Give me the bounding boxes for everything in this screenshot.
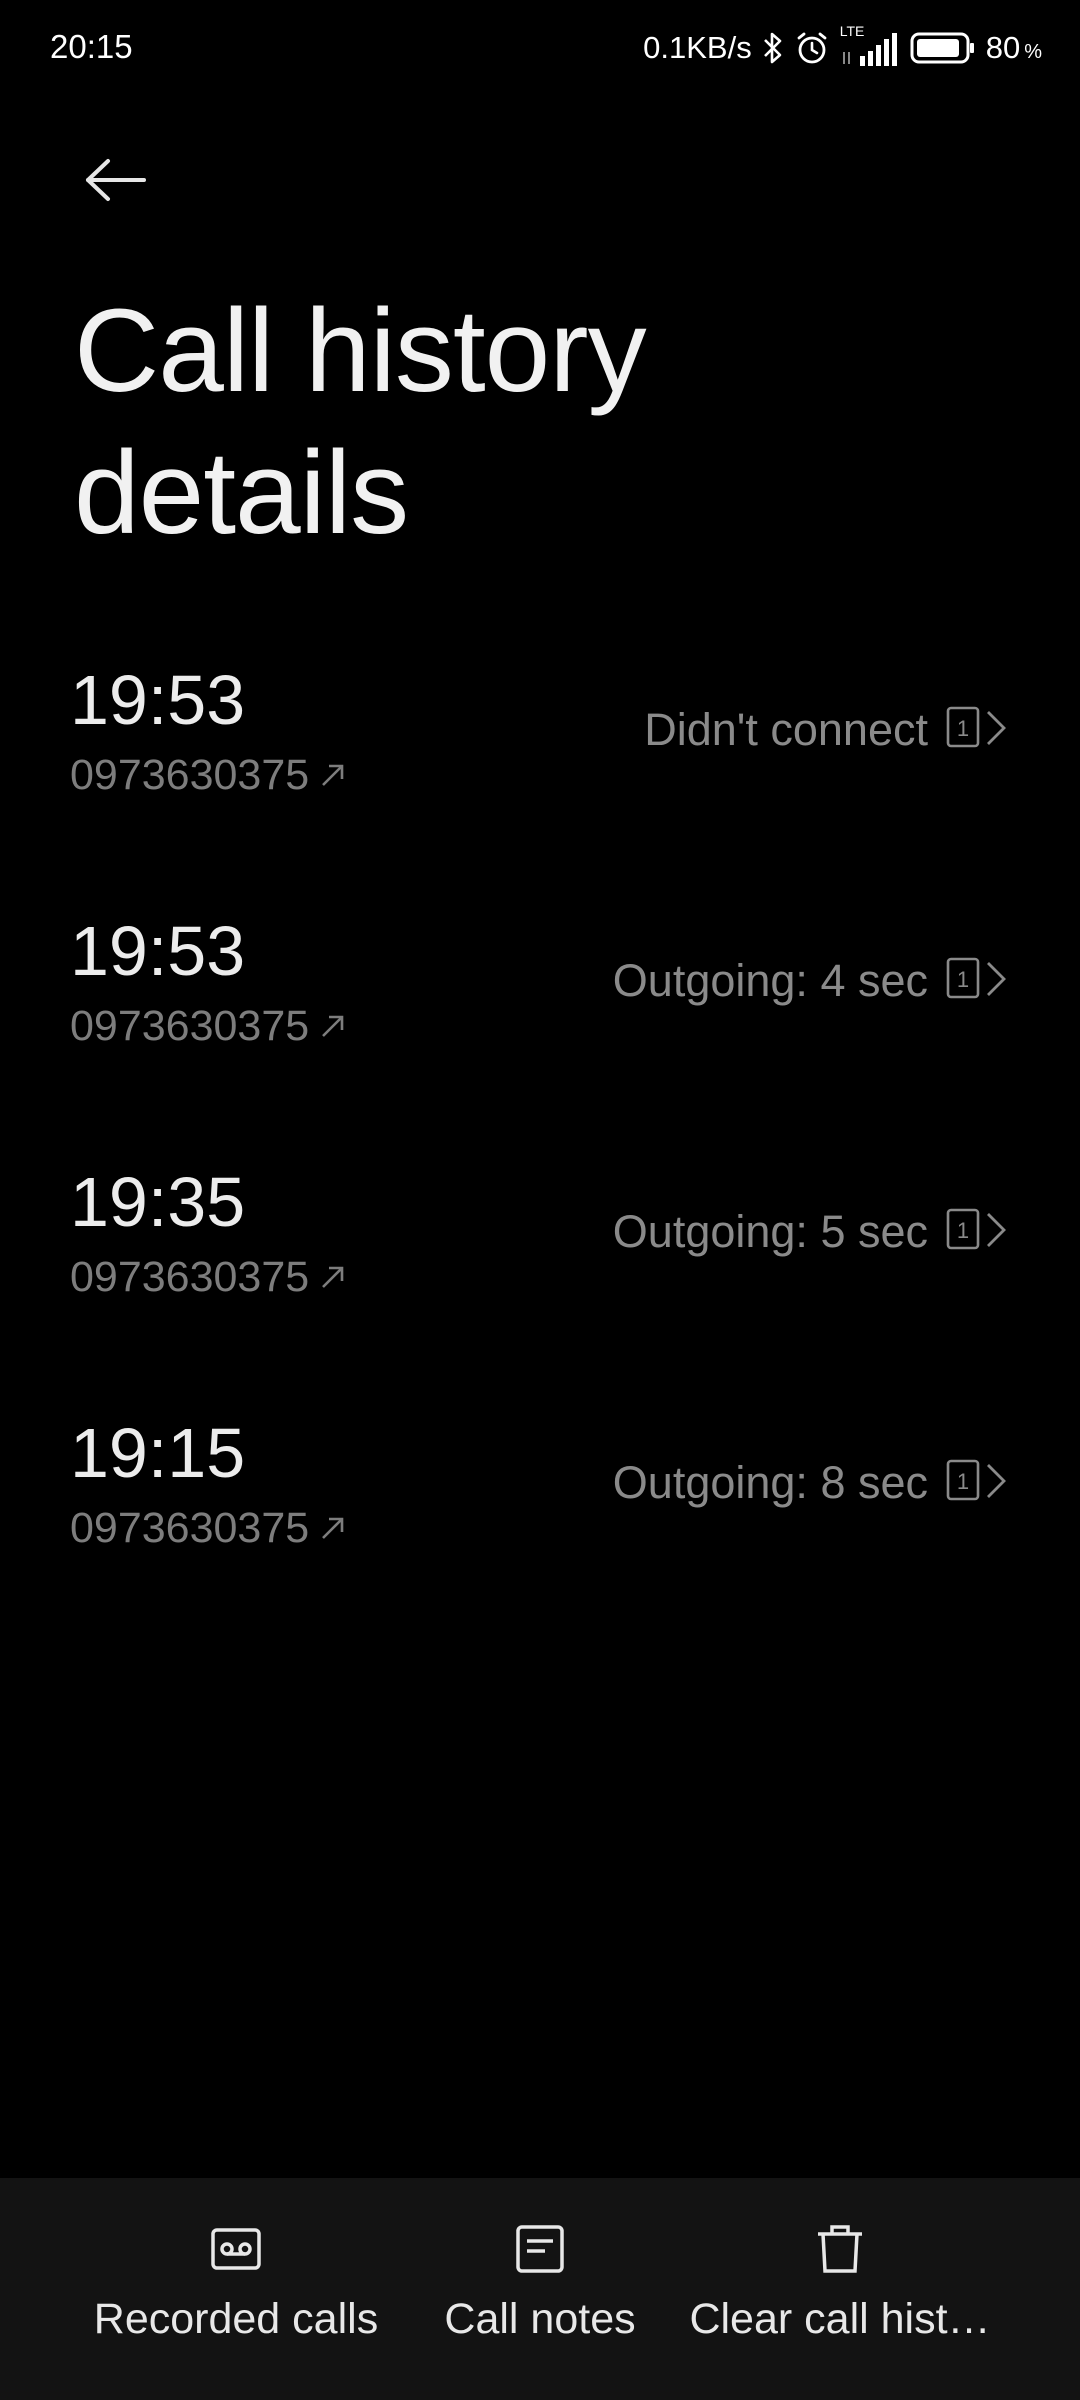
battery-unit: %: [1024, 41, 1042, 63]
recorded-calls-button[interactable]: Recorded calls: [86, 2178, 386, 2400]
recorded-calls-label: Recorded calls: [93, 2295, 379, 2343]
outgoing-arrow-icon: [322, 1015, 344, 1037]
battery-level: 80: [985, 30, 1021, 65]
call-status: Outgoing: 8 sec: [612, 1457, 928, 1508]
status-bar: 20:15 0.1KB/s LTE 80 %: [0, 0, 1080, 96]
bottom-action-bar: Recorded calls Call notes Clear call his…: [0, 2178, 1080, 2400]
status-icons: 0.1KB/s LTE 80 %: [643, 22, 1042, 74]
call-number: 0973630375: [70, 748, 347, 802]
page-title: Call history details: [74, 285, 647, 559]
sim-number: 1: [957, 1469, 969, 1494]
call-history-list: 19:53 0973630375 Didn't connect 1 19:53 …: [0, 650, 1080, 1654]
call-row[interactable]: 19:35 0973630375 Outgoing: 5 sec 1: [0, 1152, 1080, 1403]
note-icon: [516, 2225, 564, 2273]
battery-percentage: 80%: [986, 30, 1042, 66]
arrow-left-icon: [86, 159, 146, 201]
signal-icon: LTE: [840, 24, 900, 68]
sim-number: 1: [957, 1218, 969, 1243]
outgoing-arrow-icon: [322, 1517, 344, 1539]
phone-number: 0973630375: [70, 1253, 310, 1301]
phone-number: 0973630375: [70, 751, 310, 799]
call-row[interactable]: 19:15 0973630375 Outgoing: 8 sec 1: [0, 1403, 1080, 1654]
call-row[interactable]: 19:53 0973630375 Didn't connect 1: [0, 650, 1080, 901]
call-time: 19:53: [70, 912, 246, 990]
cassette-icon: [211, 2228, 261, 2270]
chevron-right-icon: [987, 1464, 1006, 1498]
call-number: 0973630375: [70, 999, 347, 1053]
sim-card-icon: 1: [946, 957, 980, 999]
status-time: 20:15: [50, 28, 133, 65]
network-speed: 0.1KB/s: [643, 30, 752, 65]
outgoing-arrow-icon: [322, 1266, 344, 1288]
phone-number: 0973630375: [70, 1002, 310, 1050]
battery-icon: [910, 31, 976, 65]
sim-card-icon: 1: [946, 1459, 980, 1501]
call-notes-label: Call notes: [444, 2295, 636, 2343]
sim-card-icon: 1: [946, 1208, 980, 1250]
clear-call-history-label: Clear call hist…: [689, 2295, 991, 2343]
sim-number: 1: [957, 967, 969, 992]
bluetooth-icon: [762, 31, 784, 65]
trash-icon: [818, 2225, 862, 2273]
call-row[interactable]: 19:53 0973630375 Outgoing: 4 sec 1: [0, 901, 1080, 1152]
outgoing-arrow-icon: [322, 764, 344, 786]
chevron-right-icon: [987, 711, 1006, 745]
call-status: Didn't connect: [644, 704, 928, 755]
call-number: 0973630375: [70, 1501, 347, 1555]
call-time: 19:15: [70, 1414, 246, 1492]
sim-number: 1: [957, 716, 969, 741]
phone-number: 0973630375: [70, 1504, 310, 1552]
call-number: 0973630375: [70, 1250, 347, 1304]
chevron-right-icon: [987, 1213, 1006, 1247]
call-status: Outgoing: 4 sec: [612, 955, 928, 1006]
chevron-right-icon: [987, 962, 1006, 996]
back-button[interactable]: [76, 140, 156, 220]
call-notes-button[interactable]: Call notes: [420, 2178, 660, 2400]
call-status: Outgoing: 5 sec: [612, 1206, 928, 1257]
clear-call-history-button[interactable]: Clear call hist…: [680, 2178, 1000, 2400]
alarm-icon: [794, 30, 830, 66]
sim-card-icon: 1: [946, 706, 980, 748]
call-time: 19:53: [70, 661, 246, 739]
call-time: 19:35: [70, 1163, 246, 1241]
